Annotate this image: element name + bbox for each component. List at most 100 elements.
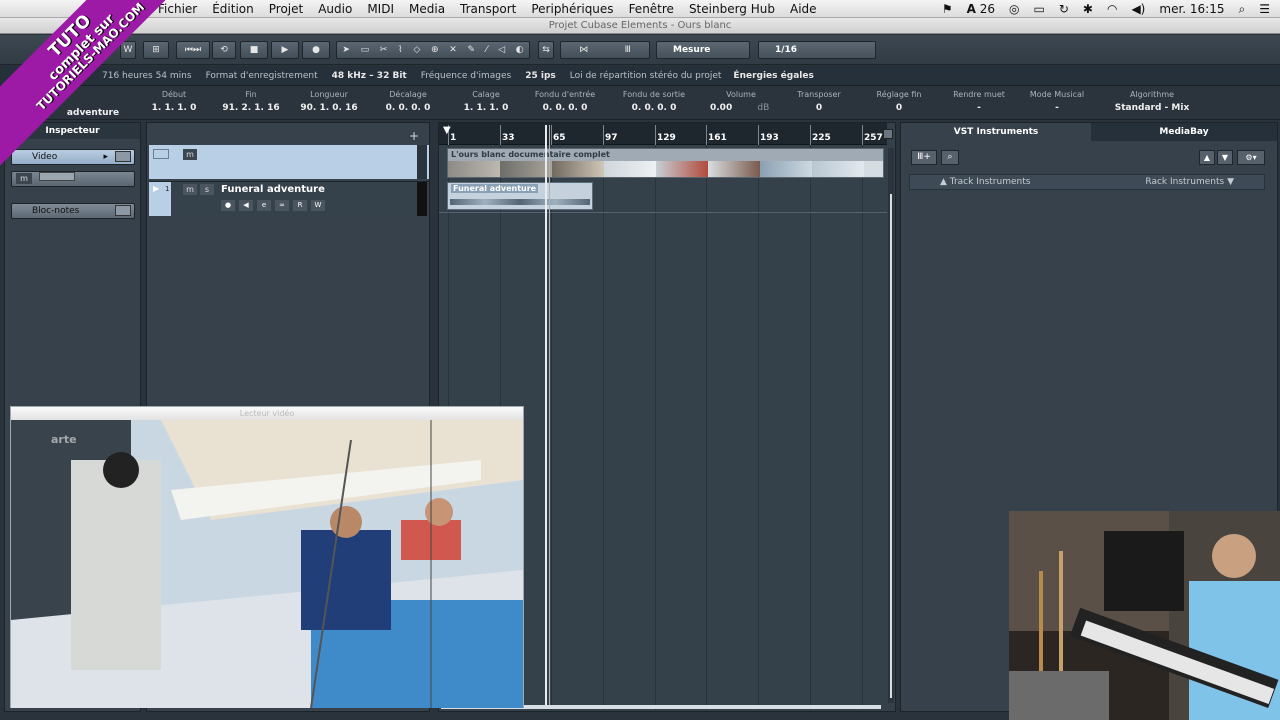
ruler-options-icon[interactable] — [883, 129, 893, 139]
move-up-icon[interactable]: ▲ — [1199, 150, 1215, 165]
info-value-rendre-muet[interactable]: - — [944, 103, 1014, 113]
grid-icon[interactable]: Ⅲ — [625, 45, 631, 55]
write-automation-icon[interactable]: W — [311, 200, 325, 211]
audio-track-header[interactable]: ▶ 1 m s Funeral adventure ● ◀ e ∞ R W — [149, 181, 429, 216]
mute-tool-icon[interactable]: ✕ — [449, 45, 457, 55]
erase-tool-icon[interactable]: ◇ — [413, 45, 420, 55]
grid-type-select[interactable]: Mesure — [656, 41, 750, 59]
mode-w-button[interactable]: W — [120, 41, 136, 59]
move-down-icon[interactable]: ▼ — [1217, 150, 1233, 165]
edit-channel-icon[interactable]: e — [257, 200, 271, 211]
track-solo-icon[interactable]: s — [200, 184, 214, 195]
section-window-icon[interactable] — [115, 151, 131, 162]
info-value-debut[interactable]: 1. 1. 1. 0 — [140, 103, 208, 113]
inspector-notes-section[interactable]: Bloc-notes — [11, 203, 135, 219]
tab-mediabay[interactable]: MediaBay — [1091, 123, 1277, 141]
record-icon[interactable]: ● — [302, 41, 330, 59]
color-tool-icon[interactable]: ◐ — [516, 45, 524, 55]
video-track-header[interactable]: m — [149, 145, 429, 179]
sync-icon[interactable]: ↻ — [1059, 2, 1069, 16]
record-enable-icon[interactable]: ● — [221, 200, 235, 211]
autoscroll-icon[interactable]: ⇆ — [538, 41, 554, 59]
glue-tool-icon[interactable]: ⌇ — [398, 45, 402, 55]
menu-audio[interactable]: Audio — [318, 2, 352, 16]
menu-peripheriques[interactable]: Periphériques — [531, 2, 613, 16]
settings-gear-icon[interactable]: ⚙▾ — [1237, 150, 1265, 165]
info-value-fin[interactable]: 91. 2. 1. 16 — [216, 103, 286, 113]
info-value-decalage[interactable]: 0. 0. 0. 0 — [374, 103, 442, 113]
mute-icon[interactable]: m — [16, 173, 32, 184]
add-instrument-icon[interactable]: Ⅲ+ — [911, 150, 937, 165]
menu-midi[interactable]: MIDI — [367, 2, 394, 16]
info-value-transposer[interactable]: 0 — [786, 103, 852, 113]
left-locator-icon[interactable]: ▼ — [443, 125, 451, 136]
monitor-icon[interactable]: ◀ — [239, 200, 253, 211]
wifi-icon[interactable]: ◠ — [1107, 2, 1117, 16]
info-value-fondu-entree[interactable]: 0. 0. 0. 0 — [528, 103, 602, 113]
timeline-ruler[interactable]: 1 33 65 97 129 161 193 225 257 ▼ — [439, 123, 887, 145]
rack-instruments-label[interactable]: Rack Instruments ▼ — [1145, 177, 1234, 187]
menu-projet[interactable]: Projet — [269, 2, 303, 16]
draw-tool-icon[interactable]: ✎ — [468, 45, 476, 55]
menu-media[interactable]: Media — [409, 2, 445, 16]
track-name[interactable]: Funeral adventure — [221, 184, 325, 195]
read-automation-icon[interactable]: R — [293, 200, 307, 211]
lens-icon[interactable]: ◎ — [1009, 2, 1019, 16]
project-cursor[interactable] — [545, 125, 547, 707]
info-value-mode-musical[interactable]: - — [1024, 103, 1090, 113]
video-player[interactable]: Lecteur vidéo arte — [10, 406, 524, 709]
track-instruments-label[interactable]: ▲ Track Instruments — [940, 177, 1030, 187]
cycle-icon[interactable]: ⟲ — [212, 41, 236, 59]
flag-icon[interactable]: ⚑ — [942, 2, 953, 16]
quantize-select[interactable]: 1/16 — [758, 41, 876, 59]
split-tool-icon[interactable]: ✂ — [380, 45, 388, 55]
vertical-zoom-bar[interactable] — [888, 148, 894, 703]
info-value-calage[interactable]: 1. 1. 1. 0 — [454, 103, 518, 113]
menu-list-icon[interactable]: ☰ — [1259, 2, 1270, 16]
frame-rate-value[interactable]: 25 ips — [525, 71, 556, 81]
clock[interactable]: mer. 16:15 — [1159, 2, 1224, 16]
info-value-volume[interactable]: 0.00 dB — [704, 103, 778, 113]
record-format-value[interactable]: 48 kHz – 32 Bit — [332, 71, 407, 81]
ruler-mark: 129 — [657, 133, 676, 143]
bluetooth-icon[interactable]: ✱ — [1083, 2, 1093, 16]
range-tool-icon[interactable]: ▭ — [361, 45, 370, 55]
video-clip[interactable]: L'ours blanc documentaire complet — [447, 148, 884, 178]
menu-aide[interactable]: Aide — [790, 2, 817, 16]
volume-icon[interactable]: ◀) — [1131, 2, 1145, 16]
automation-mode-icon[interactable]: ⊞ — [143, 41, 169, 59]
menu-fichier[interactable]: Fichier — [158, 2, 197, 16]
event-name[interactable]: adventure — [48, 108, 138, 118]
rewind-forward-icon[interactable]: ⏮⏭ — [176, 41, 210, 59]
add-track-icon[interactable]: + — [409, 129, 419, 143]
line-tool-icon[interactable]: ⁄ — [486, 45, 488, 55]
stop-icon[interactable]: ■ — [240, 41, 268, 59]
tab-vst-instruments[interactable]: VST Instruments — [901, 123, 1091, 141]
play-icon[interactable]: ▶ — [271, 41, 299, 59]
info-value-reglage-fin[interactable]: 0 — [866, 103, 932, 113]
info-value-fondu-sortie[interactable]: 0. 0. 0. 0 — [612, 103, 696, 113]
notes-window-icon[interactable] — [115, 205, 131, 216]
menu-fenetre[interactable]: Fenêtre — [629, 2, 674, 16]
info-value-longueur[interactable]: 90. 1. 0. 16 — [294, 103, 364, 113]
pan-law-value[interactable]: Énergies égales — [733, 71, 813, 81]
inspector-video-section[interactable]: Video ▸ — [11, 149, 135, 165]
info-value-algorithme[interactable]: Standard - Mix — [1100, 103, 1204, 113]
track-mute-icon[interactable]: m — [183, 184, 197, 195]
zoom-tool-icon[interactable]: ⊕ — [431, 45, 439, 55]
display-icon[interactable]: ▭ — [1034, 2, 1045, 16]
video-mute-icon[interactable]: m — [183, 149, 197, 160]
adobe-icon[interactable]: A 26 — [967, 2, 995, 16]
link-icon[interactable]: ∞ — [275, 200, 289, 211]
menu-edition[interactable]: Édition — [212, 2, 254, 16]
audio-event[interactable]: Funeral adventure — [447, 182, 593, 210]
menu-transport[interactable]: Transport — [460, 2, 516, 16]
find-instrument-icon[interactable]: ⌕ — [941, 150, 959, 165]
snap-icon[interactable]: ⋈ — [579, 45, 588, 55]
video-volume-slider[interactable] — [38, 172, 75, 181]
pointer-tool-icon[interactable]: ➤ — [342, 45, 350, 55]
menu-steinberg-hub[interactable]: Steinberg Hub — [689, 2, 775, 16]
track-expand-icon[interactable]: ▶ — [153, 184, 159, 193]
search-icon[interactable]: ⌕ — [1239, 2, 1246, 17]
speaker-tool-icon[interactable]: ◁ — [498, 45, 505, 55]
